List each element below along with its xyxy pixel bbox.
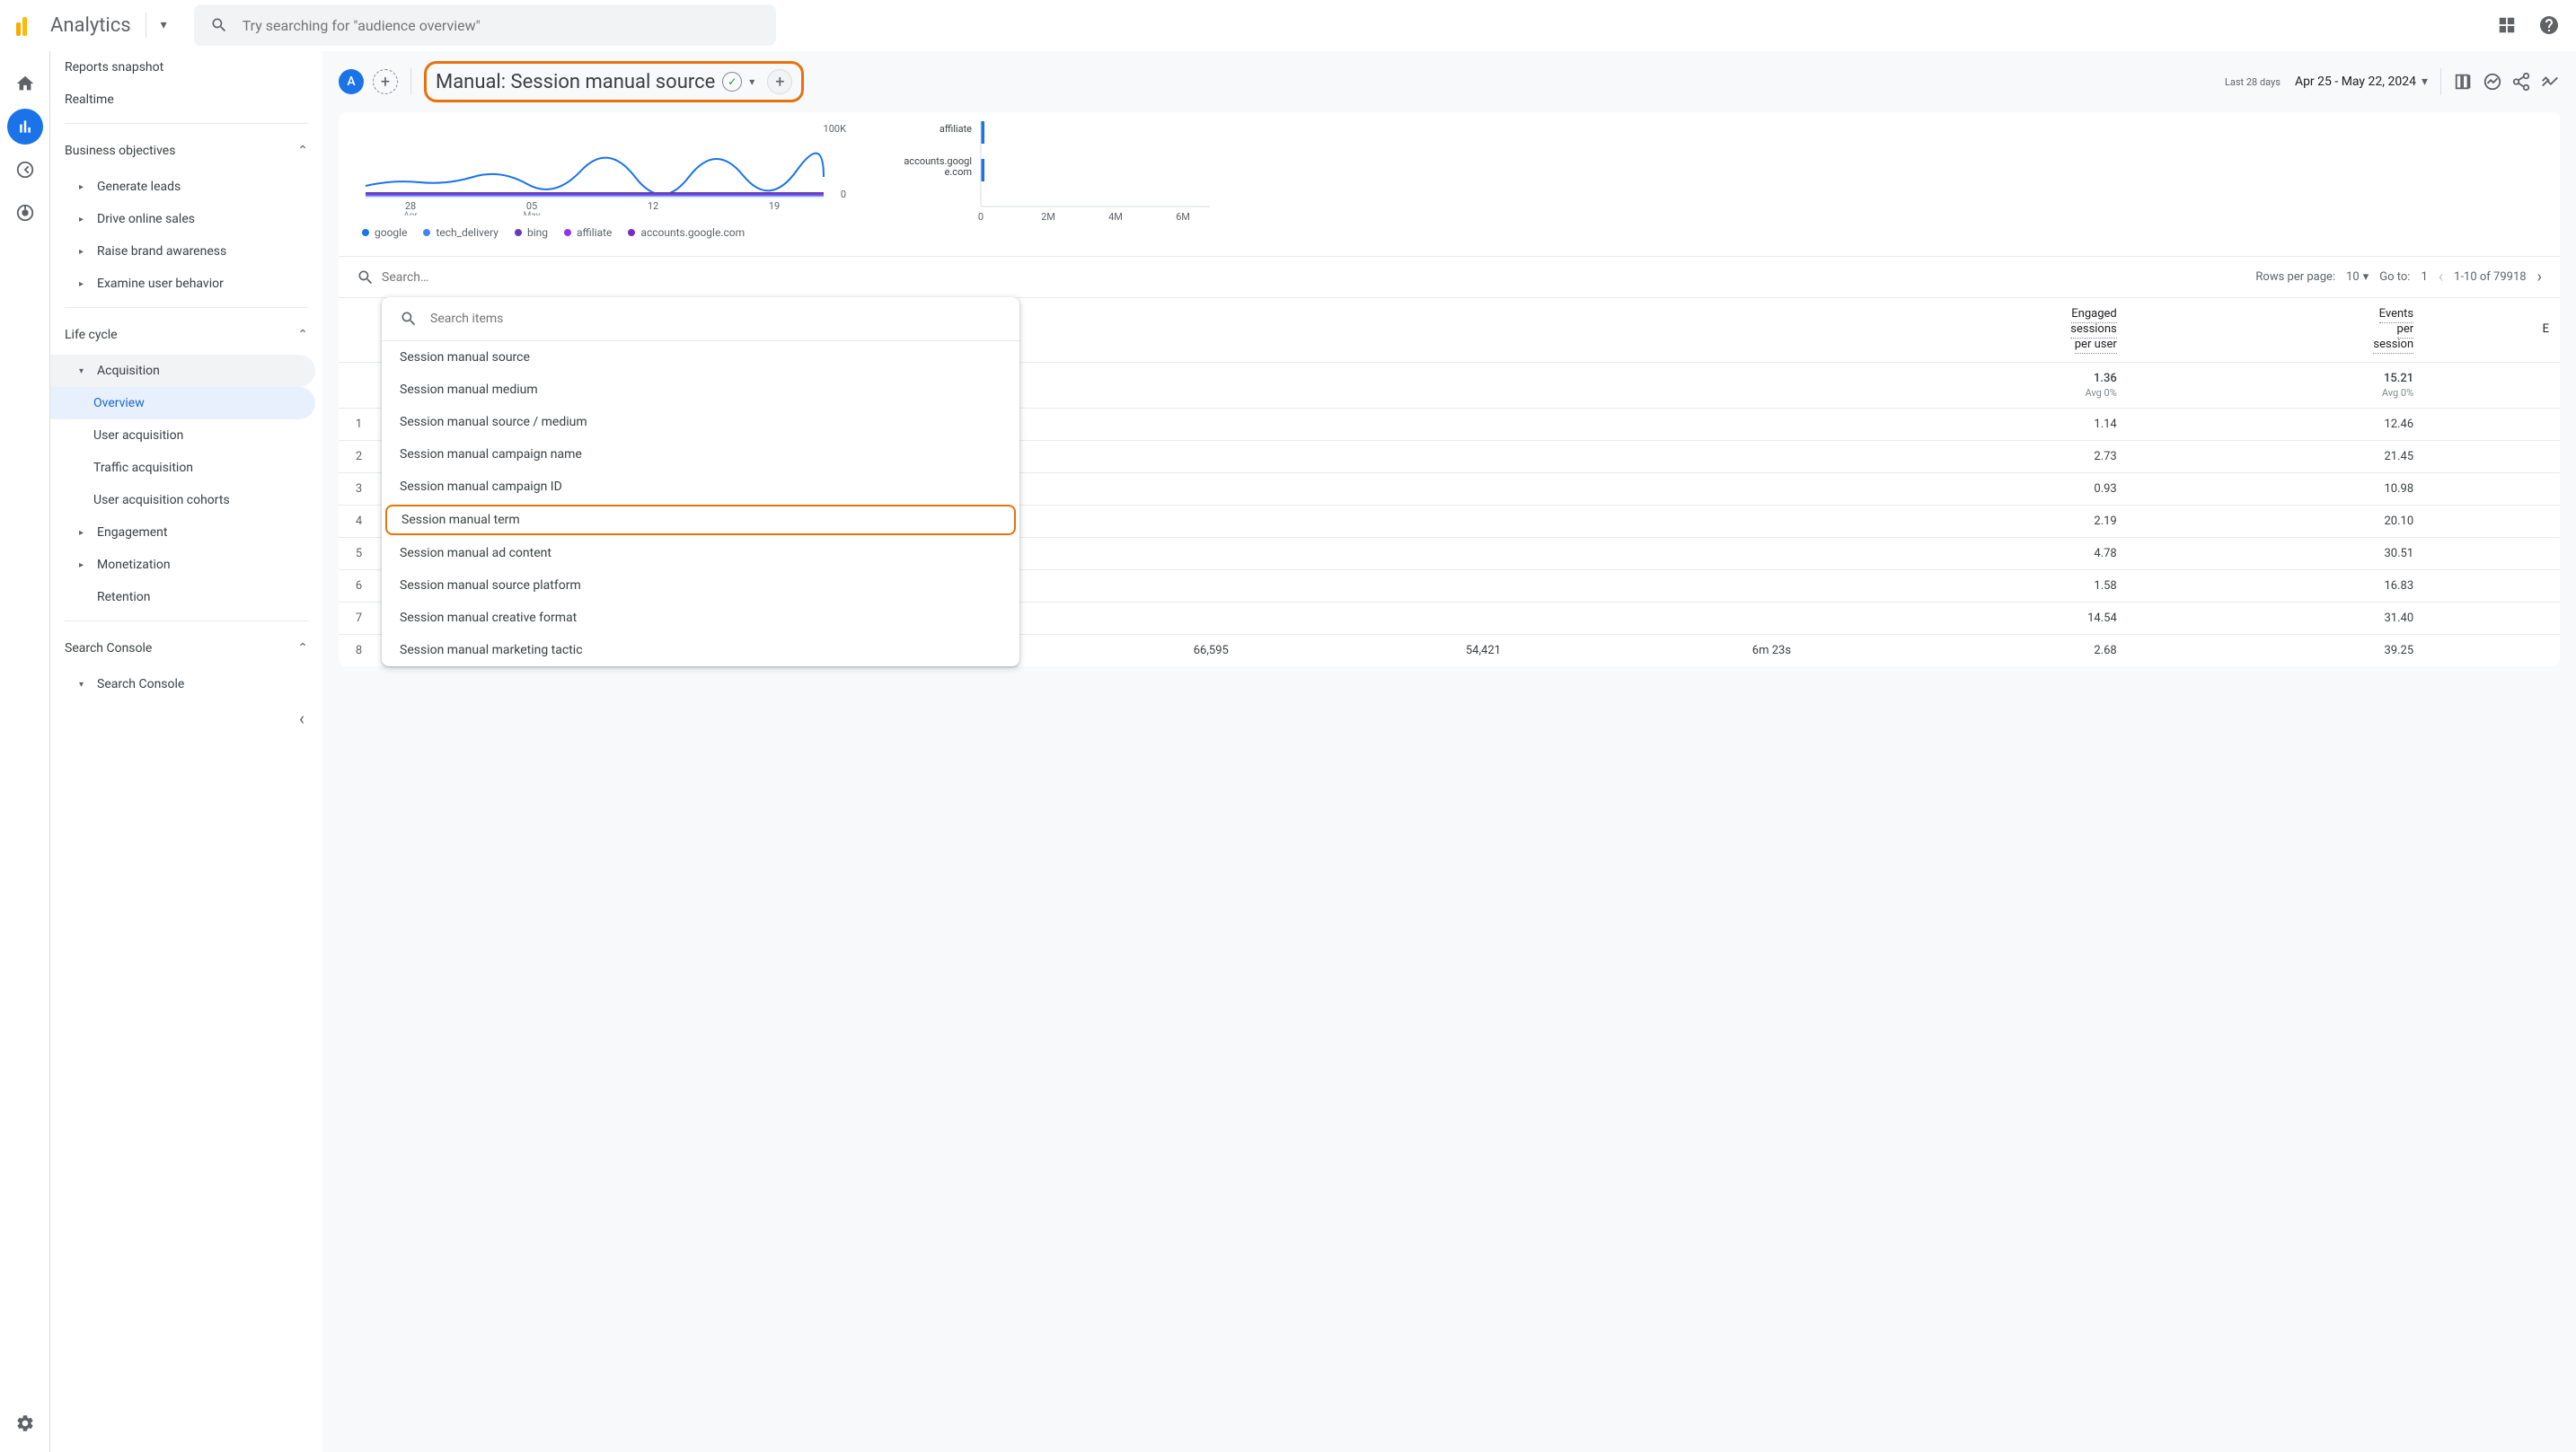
- rows-per-page-label: Rows per page:: [2255, 270, 2335, 284]
- nav-business-objectives[interactable]: Business objectives⌃: [50, 131, 322, 171]
- report-card: 100K 0 28 Apr 05 May 12: [339, 112, 2560, 666]
- dimension-option[interactable]: Session manual creative format: [382, 602, 1019, 634]
- brand-name: Analytics: [50, 14, 131, 37]
- table-search-icon: [357, 268, 375, 286]
- svg-text:100K: 100K: [824, 123, 847, 135]
- nav-acquisition-overview[interactable]: Overview: [50, 387, 315, 419]
- workspaces-icon[interactable]: [2497, 15, 2517, 35]
- segment-badge[interactable]: A: [339, 69, 364, 94]
- dimension-option[interactable]: Session manual term: [385, 505, 1016, 535]
- main-content: A + Manual: Session manual source ✓ ▾ + …: [322, 51, 2576, 1452]
- dimension-option[interactable]: Session manual medium: [382, 374, 1019, 406]
- rail-explore[interactable]: [7, 152, 43, 188]
- analytics-logo: Analytics: [16, 14, 131, 37]
- dimension-option[interactable]: Session manual ad content: [382, 537, 1019, 569]
- bar-chart: affiliate accounts.googl e.com 0 2M 4M 6…: [887, 121, 2542, 242]
- add-dimension-button[interactable]: +: [767, 69, 792, 94]
- rail-reports[interactable]: [7, 109, 43, 145]
- nav-examine-user-behavior[interactable]: ▸Examine user behavior: [50, 268, 322, 300]
- global-search[interactable]: [194, 4, 776, 46]
- global-search-input[interactable]: [243, 17, 760, 34]
- nav-traffic-acquisition[interactable]: Traffic acquisition: [50, 452, 322, 484]
- nav-drive-online-sales[interactable]: ▸Drive online sales: [50, 203, 322, 235]
- nav-monetization[interactable]: ▸Monetization: [50, 549, 322, 581]
- nav-engagement[interactable]: ▸Engagement: [50, 516, 322, 549]
- compare-icon[interactable]: [2454, 72, 2474, 92]
- report-toolbar: A + Manual: Session manual source ✓ ▾ + …: [322, 51, 2576, 112]
- table-search-input[interactable]: [382, 270, 2237, 285]
- page-next[interactable]: ›: [2537, 268, 2542, 286]
- goto-label: Go to:: [2379, 270, 2410, 284]
- analytics-logo-icon: [16, 14, 38, 36]
- col-engaged-sessions[interactable]: Engagedsessionsper user: [1802, 298, 2128, 363]
- property-selector-dropdown[interactable]: ▾: [161, 18, 167, 32]
- svg-text:4M: 4M: [1108, 211, 1123, 223]
- page-prev[interactable]: ‹: [2439, 268, 2443, 286]
- nav-generate-leads[interactable]: ▸Generate leads: [50, 171, 322, 203]
- col-e-partial[interactable]: E: [2424, 298, 2560, 363]
- nav-life-cycle[interactable]: Life cycle⌃: [50, 315, 322, 355]
- dimension-option[interactable]: Session manual source / medium: [382, 406, 1019, 438]
- rail-home[interactable]: [7, 66, 43, 101]
- verified-icon: ✓: [722, 72, 742, 92]
- rail-advertising[interactable]: [7, 195, 43, 231]
- rail-admin[interactable]: [7, 1405, 43, 1441]
- add-segment-button[interactable]: +: [373, 69, 398, 94]
- nav-acquisition[interactable]: ▾Acquisition: [50, 355, 315, 387]
- dimension-option[interactable]: Session manual source platform: [382, 569, 1019, 602]
- trends-icon[interactable]: [2540, 72, 2560, 92]
- nav-rail: [0, 51, 50, 1452]
- chart-legend: google tech_delivery bing affiliate acco…: [357, 226, 860, 239]
- search-icon: [400, 310, 418, 328]
- svg-text:May: May: [524, 211, 541, 216]
- report-sidebar: Reports snapshot Realtime Business objec…: [50, 51, 322, 1452]
- col-events-per-session[interactable]: Eventspersession: [2128, 298, 2424, 363]
- nav-user-acquisition-cohorts[interactable]: User acquisition cohorts: [50, 484, 322, 516]
- dropdown-caret-icon[interactable]: ▾: [749, 75, 754, 88]
- dimension-option[interactable]: Session manual campaign name: [382, 438, 1019, 471]
- nav-user-acquisition[interactable]: User acquisition: [50, 419, 322, 452]
- line-chart: 100K 0 28 Apr 05 May 12: [357, 121, 860, 242]
- svg-text:19: 19: [769, 200, 780, 212]
- goto-input[interactable]: 1: [2421, 270, 2427, 284]
- svg-text:12: 12: [648, 200, 658, 212]
- share-icon[interactable]: [2511, 72, 2531, 92]
- svg-text:0: 0: [978, 211, 984, 223]
- search-icon: [210, 16, 228, 34]
- nav-reports-snapshot[interactable]: Reports snapshot: [50, 51, 322, 84]
- svg-text:0: 0: [841, 189, 846, 200]
- table-controls: Rows per page: 10 ▾ Go to: 1 ‹ 1-10 of 7…: [339, 257, 2560, 297]
- app-header: Analytics ▾: [0, 0, 2576, 51]
- nav-search-console-group[interactable]: Search Console⌃: [50, 629, 322, 668]
- date-range-picker[interactable]: Apr 25 - May 22, 2024 ▾: [2295, 75, 2428, 89]
- sidebar-collapse[interactable]: ‹: [50, 700, 322, 736]
- dimension-search-input[interactable]: [430, 312, 1001, 326]
- dimension-option[interactable]: Session manual marketing tactic: [382, 634, 1019, 666]
- nav-retention[interactable]: Retention: [50, 581, 322, 613]
- page-range: 1-10 of 79918: [2454, 270, 2526, 284]
- report-title-selector[interactable]: Manual: Session manual source ✓ ▾ +: [424, 61, 804, 102]
- help-icon[interactable]: [2538, 14, 2560, 36]
- svg-text:Apr: Apr: [403, 211, 418, 216]
- dimension-option[interactable]: Session manual source: [382, 341, 1019, 374]
- dimension-picker-dropdown: Session manual sourceSession manual medi…: [382, 297, 1019, 666]
- nav-search-console[interactable]: ▾Search Console: [50, 668, 322, 700]
- svg-text:e.com: e.com: [945, 166, 972, 178]
- rows-per-page-select[interactable]: 10 ▾: [2346, 270, 2369, 284]
- report-title: Manual: Session manual source: [436, 71, 715, 93]
- nav-realtime[interactable]: Realtime: [50, 84, 322, 116]
- svg-text:6M: 6M: [1176, 211, 1190, 223]
- nav-raise-brand-awareness[interactable]: ▸Raise brand awareness: [50, 235, 322, 268]
- svg-text:2M: 2M: [1041, 211, 1055, 223]
- svg-text:affiliate: affiliate: [940, 123, 972, 135]
- date-range-label: Last 28 days: [2225, 76, 2280, 88]
- dimension-option[interactable]: Session manual campaign ID: [382, 471, 1019, 503]
- insights-icon[interactable]: [2483, 72, 2502, 92]
